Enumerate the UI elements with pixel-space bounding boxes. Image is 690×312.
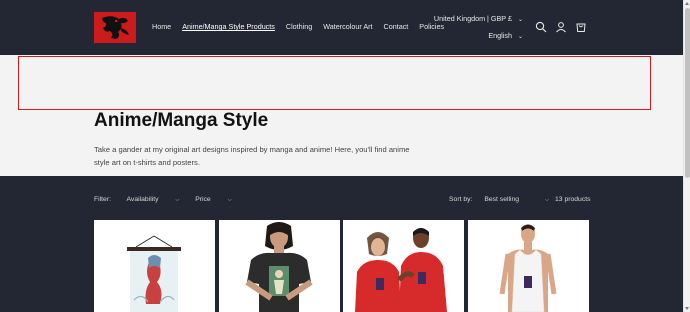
chevron-down-icon: ⌵ [545,197,549,203]
nav-item-home[interactable]: Home [152,22,171,31]
nav-item-policies[interactable]: Policies [419,22,444,31]
product-count: 13 products [555,196,591,203]
nav-item-contact[interactable]: Contact [384,22,409,31]
sort-select-value: Best selling [484,196,520,203]
product-card-poster[interactable] [94,220,215,312]
product-image-anime-poster [94,220,215,312]
scroll-down-arrow-icon[interactable] [685,307,689,310]
scrollbar-thumb[interactable] [685,8,690,178]
chevron-down-icon: ⌵ [175,197,180,203]
availability-filter[interactable]: Availability ⌵ [127,196,180,203]
product-card-black-tshirt[interactable] [219,220,340,312]
site-header: Home Anime/Manga Style Products Clothing… [0,0,683,55]
product-image-model-black-tshirt [219,220,340,312]
dragon-silhouette-logo-icon [94,12,136,43]
availability-filter-label: Availability [126,196,159,203]
language-selector-label: English [488,31,512,40]
product-image-model-white-tank [468,220,589,312]
nav-item-clothing[interactable]: Clothing [286,22,312,31]
product-card-white-tank[interactable] [468,220,589,312]
scroll-up-arrow-icon[interactable] [685,2,689,5]
collection-description: Take a gander at my original art designs… [94,145,410,167]
sort-label: Sort by: [449,196,473,203]
collection-title: Anime/Manga Style [94,110,269,131]
main-navigation: Home Anime/Manga Style Products Clothing… [152,22,455,31]
price-filter[interactable]: Price ⌵ [195,196,231,203]
chevron-down-icon: ⌵ [227,197,232,203]
search-icon[interactable] [535,21,547,33]
filter-label: Filter: [94,196,111,203]
country-selector[interactable]: United Kingdom | GBP £ ⌄ [434,14,523,23]
chevron-down-icon: ⌄ [517,17,523,23]
nav-item-anime-manga[interactable]: Anime/Manga Style Products [182,22,275,31]
language-selector[interactable]: English ⌄ [488,31,523,40]
filter-bar: Filter: Availability ⌵ Price ⌵ [94,196,246,203]
sort-control: Sort by: Best selling ⌵ [449,196,549,203]
account-icon[interactable] [555,21,567,33]
site-logo[interactable] [94,12,136,43]
announcement-banner [18,56,651,110]
price-filter-label: Price [195,196,211,203]
page-scrollbar[interactable] [683,0,690,312]
nav-item-watercolour-art[interactable]: Watercolour Art [323,22,372,31]
cart-icon[interactable] [575,21,587,33]
product-image-models-red-tshirts [343,220,464,312]
chevron-down-icon: ⌄ [517,34,523,40]
country-selector-label: United Kingdom | GBP £ [433,14,512,23]
sort-select[interactable]: Best selling ⌵ [484,196,549,203]
product-card-red-tshirt[interactable] [343,220,464,312]
